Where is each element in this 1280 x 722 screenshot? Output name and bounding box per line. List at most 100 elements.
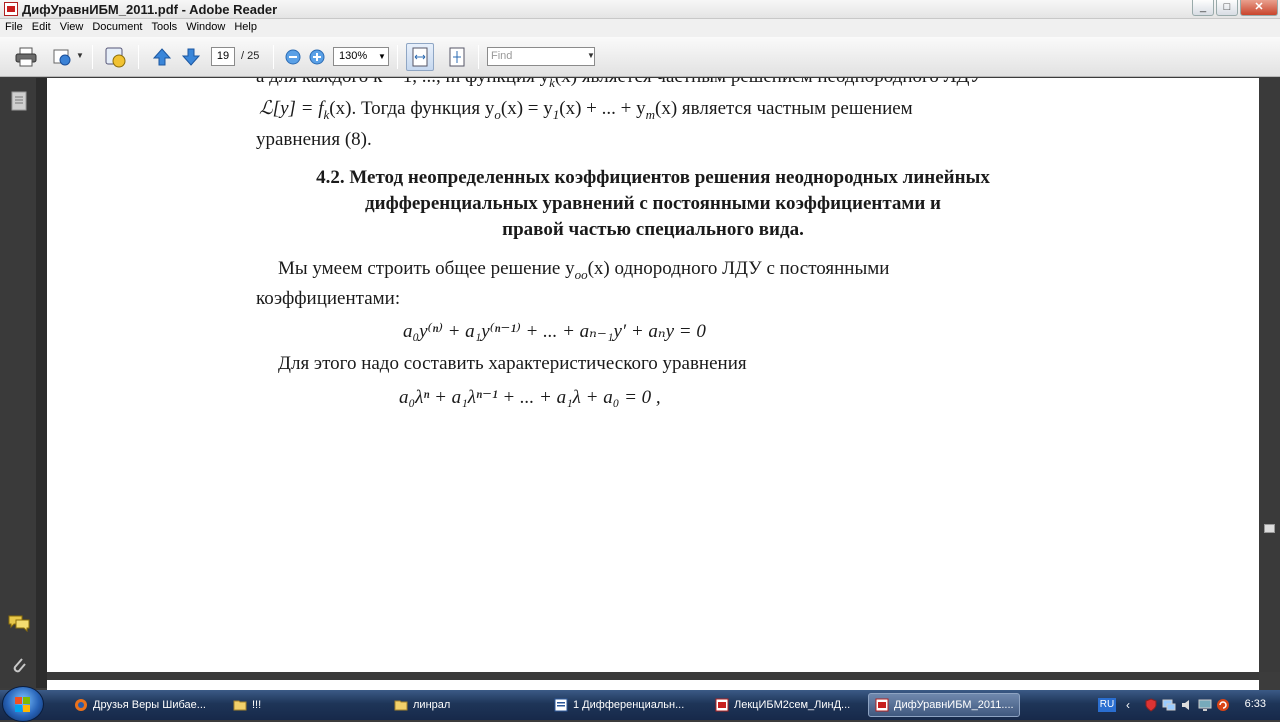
text-line-2-e: (x) является частным решением <box>655 98 913 119</box>
arrow-up-icon <box>152 48 172 66</box>
zoom-select[interactable]: 130% ▼ <box>333 47 389 66</box>
attachments-panel-button[interactable] <box>8 654 30 676</box>
text-line-1-a: а для каждого k = 1, ..., m функция y <box>256 78 549 87</box>
subscript: оо <box>574 266 588 282</box>
text-line-2-c: (x) = y <box>500 98 553 119</box>
next-page-button[interactable] <box>179 45 203 69</box>
pdf-app-icon <box>4 2 18 16</box>
taskbar-item-word[interactable]: 1 Дифференциальн... <box>548 693 698 717</box>
menu-tools[interactable]: Tools <box>147 19 182 37</box>
display-icon[interactable] <box>1198 698 1212 712</box>
email-dropdown-icon[interactable]: ▼ <box>76 51 84 75</box>
collaborate-icon <box>105 47 126 68</box>
text-line-2-a: ℒ[y] = f <box>259 98 324 119</box>
paragraph-2: Для этого надо составить характеристичес… <box>278 353 747 374</box>
comments-panel-button[interactable] <box>8 612 30 634</box>
text-line-3: уравнения (8). <box>256 129 372 150</box>
word-icon <box>554 698 568 712</box>
taskbar: Друзья Веры Шибае... !!! линрал 1 Диффер… <box>0 686 1280 722</box>
taskbar-item-label: 1 Дифференциальн... <box>573 699 685 711</box>
toolbar-separator <box>478 45 479 69</box>
text-line-1-b: (x) является частным решением неоднородн… <box>555 78 983 87</box>
start-button[interactable] <box>2 686 44 722</box>
system-tray: RU ‹ 6:33 <box>1092 690 1280 720</box>
menu-bar: File Edit View Document Tools Window Hel… <box>0 19 1280 37</box>
zoom-in-icon <box>309 49 325 65</box>
clock[interactable]: 6:33 <box>1245 698 1266 710</box>
pdf-icon <box>715 698 729 712</box>
taskbar-item-pdf-active[interactable]: ДифУравнИБМ_2011.... <box>868 693 1020 717</box>
menu-window[interactable]: Window <box>181 19 229 37</box>
chevron-down-icon: ▼ <box>378 52 386 61</box>
section-heading-line-2: дифференциальных уравнений с постоянными… <box>365 193 941 214</box>
paperclip-icon <box>13 658 26 673</box>
fit-page-icon <box>449 47 465 67</box>
find-input[interactable]: Find <box>487 47 595 66</box>
subscript: m <box>645 106 655 122</box>
folder-icon <box>394 700 408 711</box>
email-attach-icon <box>53 49 71 66</box>
taskbar-item-label: линрал <box>413 699 451 711</box>
arrow-down-icon <box>181 48 201 66</box>
next-page-top <box>47 680 1259 690</box>
menu-help[interactable]: Help <box>229 19 261 37</box>
equation-2: a₀λⁿ + a₁λⁿ⁻¹ + ... + a₁λ + a₀ = 0 , <box>399 387 661 408</box>
network-icon[interactable] <box>1162 698 1176 712</box>
text-line-2: ℒ[y] = fk(x). Тогда функция yo(x) = y1(x… <box>259 97 913 123</box>
fit-page-button[interactable] <box>443 43 471 71</box>
equation-1: a₀y⁽ⁿ⁾ + a₁y⁽ⁿ⁻¹⁾ + ... + aₙ₋₁y′ + aₙy =… <box>403 321 706 342</box>
menu-document[interactable]: Document <box>87 19 146 37</box>
taskbar-item-folder-2[interactable]: линрал <box>388 693 538 717</box>
print-button[interactable] <box>14 45 38 69</box>
email-button[interactable] <box>50 45 74 69</box>
paragraph-1-line-2: коэффициентами: <box>256 288 401 309</box>
menu-edit[interactable]: Edit <box>27 19 55 37</box>
collaborate-button[interactable] <box>104 45 128 69</box>
firefox-icon <box>75 699 87 711</box>
printer-icon <box>15 47 37 67</box>
fit-width-button[interactable] <box>406 43 434 71</box>
taskbar-item-folder-1[interactable]: !!! <box>227 693 377 717</box>
navigation-pane <box>0 78 36 688</box>
taskbar-item-pdf-1[interactable]: ЛекцИБМ2сем_ЛинД... <box>709 693 859 717</box>
find-dropdown-icon[interactable]: ▼ <box>587 51 595 75</box>
taskbar-item-firefox[interactable]: Друзья Веры Шибае... <box>68 693 218 717</box>
taskbar-item-label: Друзья Веры Шибае... <box>93 699 206 711</box>
scrollbar-thumb[interactable] <box>1264 524 1275 533</box>
paragraph-1-a: Мы умеем строить общее решение y <box>278 258 575 279</box>
minimize-button[interactable]: _ <box>1192 0 1214 16</box>
title-bar: ДифУравнИБМ_2011.pdf - Adobe Reader _ □ … <box>0 0 1280 19</box>
section-heading-line-3: правой частью специального вида. <box>502 219 804 240</box>
previous-page-button[interactable] <box>150 45 174 69</box>
zoom-out-button[interactable] <box>281 45 305 69</box>
menu-view[interactable]: View <box>55 19 88 37</box>
toolbar-separator <box>138 45 139 69</box>
section-heading-line-1: 4.2. Метод неопределенных коэффициентов … <box>316 167 990 188</box>
security-shield-icon[interactable] <box>1144 698 1158 712</box>
volume-icon[interactable] <box>1180 698 1194 712</box>
text-line-1: а для каждого k = 1, ..., m функция yk(x… <box>256 78 983 91</box>
find-placeholder: Find <box>491 50 513 62</box>
page-number-input[interactable]: 19 <box>211 47 235 66</box>
zoom-in-button[interactable] <box>305 45 329 69</box>
close-button[interactable]: ✕ <box>1240 0 1278 16</box>
folder-icon <box>233 700 247 711</box>
update-icon[interactable] <box>1216 698 1230 712</box>
language-indicator[interactable]: RU <box>1098 698 1116 712</box>
window-controls: _ □ ✕ <box>1192 0 1278 16</box>
window-title: ДифУравнИБМ_2011.pdf - Adobe Reader <box>22 2 278 17</box>
text-line-2-b: (x). Тогда функция y <box>329 98 495 119</box>
zoom-value: 130% <box>339 50 368 62</box>
text-line-2-d: (x) + ... + y <box>559 98 646 119</box>
windows-logo-icon <box>15 697 30 712</box>
fit-width-icon <box>412 47 428 67</box>
document-view[interactable]: а для каждого k = 1, ..., m функция yk(x… <box>47 78 1259 672</box>
toolbar-separator <box>92 45 93 69</box>
paragraph-1-line-1: Мы умеем строить общее решение yоо(x) од… <box>278 258 889 283</box>
pages-panel-button[interactable] <box>8 90 30 112</box>
vertical-scrollbar[interactable] <box>1259 78 1280 672</box>
show-hidden-icons-chevron-icon[interactable]: ‹ <box>1126 698 1140 712</box>
pdf-icon <box>875 698 889 712</box>
menu-file[interactable]: File <box>0 19 27 37</box>
maximize-button[interactable]: □ <box>1216 0 1238 16</box>
